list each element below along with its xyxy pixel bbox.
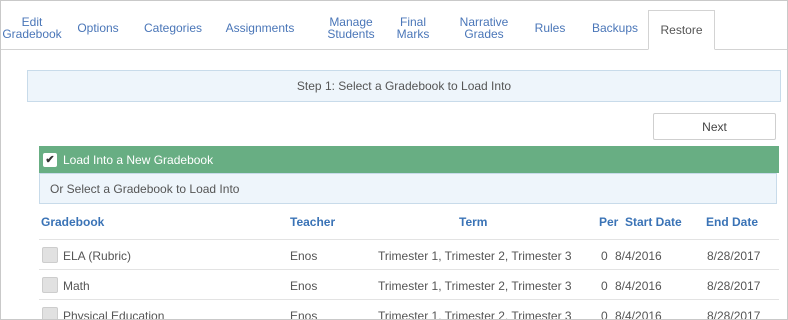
table-row[interactable]: ELA (Rubric) Enos Trimester 1, Trimester…: [39, 239, 779, 270]
tab-rules[interactable]: Rules: [525, 10, 575, 46]
cell-per: 0: [601, 249, 608, 263]
next-button[interactable]: Next: [653, 113, 776, 140]
header-term[interactable]: Term: [459, 215, 487, 229]
step-banner: Step 1: Select a Gradebook to Load Into: [27, 70, 781, 102]
cell-gradebook: Physical Education: [63, 309, 165, 320]
cell-teacher: Enos: [290, 249, 318, 263]
cell-teacher: Enos: [290, 279, 318, 293]
cell-per: 0: [601, 279, 608, 293]
tab-narrative-grades[interactable]: Narrative Grades: [447, 10, 521, 46]
load-new-gradebook-option[interactable]: ✔ Load Into a New Gradebook: [39, 146, 779, 173]
cell-term: Trimester 1, Trimester 2, Trimester 3: [378, 249, 572, 263]
tab-final-marks[interactable]: Final Marks: [388, 10, 438, 46]
load-new-label: Load Into a New Gradebook: [63, 152, 214, 167]
tab-backups[interactable]: Backups: [581, 10, 649, 46]
table-row[interactable]: Physical Education Enos Trimester 1, Tri…: [39, 299, 779, 320]
cell-end-date: 8/28/2017: [707, 279, 761, 293]
tab-bar: Edit Gradebook Options Categories Assign…: [1, 1, 787, 50]
header-gradebook[interactable]: Gradebook: [41, 215, 104, 229]
header-per[interactable]: Per: [599, 215, 618, 229]
table-row[interactable]: Math Enos Trimester 1, Trimester 2, Trim…: [39, 269, 779, 300]
cell-start-date: 8/4/2016: [615, 279, 662, 293]
tab-edit-gradebook[interactable]: Edit Gradebook: [2, 10, 61, 46]
restore-panel: Edit Gradebook Options Categories Assign…: [0, 0, 788, 320]
header-teacher[interactable]: Teacher: [290, 215, 335, 229]
row-checkbox[interactable]: [42, 307, 58, 319]
cell-start-date: 8/4/2016: [615, 249, 662, 263]
tab-manage-students[interactable]: Manage Students: [316, 10, 386, 46]
cell-per: 0: [601, 309, 608, 320]
tab-assignments[interactable]: Assignments: [217, 10, 303, 46]
cell-start-date: 8/4/2016: [615, 309, 662, 320]
cell-gradebook: Math: [63, 279, 90, 293]
row-checkbox[interactable]: [42, 277, 58, 293]
cell-end-date: 8/28/2017: [707, 309, 761, 320]
header-end-date[interactable]: End Date: [706, 215, 758, 229]
checkbox-checked-icon[interactable]: ✔: [43, 152, 57, 167]
table-header: Gradebook Teacher Term Per Start Date En…: [39, 215, 779, 233]
tab-restore[interactable]: Restore: [648, 10, 715, 50]
row-checkbox[interactable]: [42, 247, 58, 263]
header-start-date[interactable]: Start Date: [625, 215, 682, 229]
cell-end-date: 8/28/2017: [707, 249, 761, 263]
load-existing-label: Or Select a Gradebook to Load Into: [50, 181, 240, 196]
load-existing-gradebook-option[interactable]: Or Select a Gradebook to Load Into: [39, 173, 777, 204]
cell-gradebook: ELA (Rubric): [63, 249, 132, 263]
cell-teacher: Enos: [290, 309, 318, 320]
cell-term: Trimester 1, Trimester 2, Trimester 3: [378, 279, 572, 293]
cell-term: Trimester 1, Trimester 2, Trimester 3: [378, 309, 572, 320]
tab-options[interactable]: Options: [69, 10, 127, 46]
step-text: Step 1: Select a Gradebook to Load Into: [296, 79, 512, 93]
tab-categories[interactable]: Categories: [133, 10, 213, 46]
